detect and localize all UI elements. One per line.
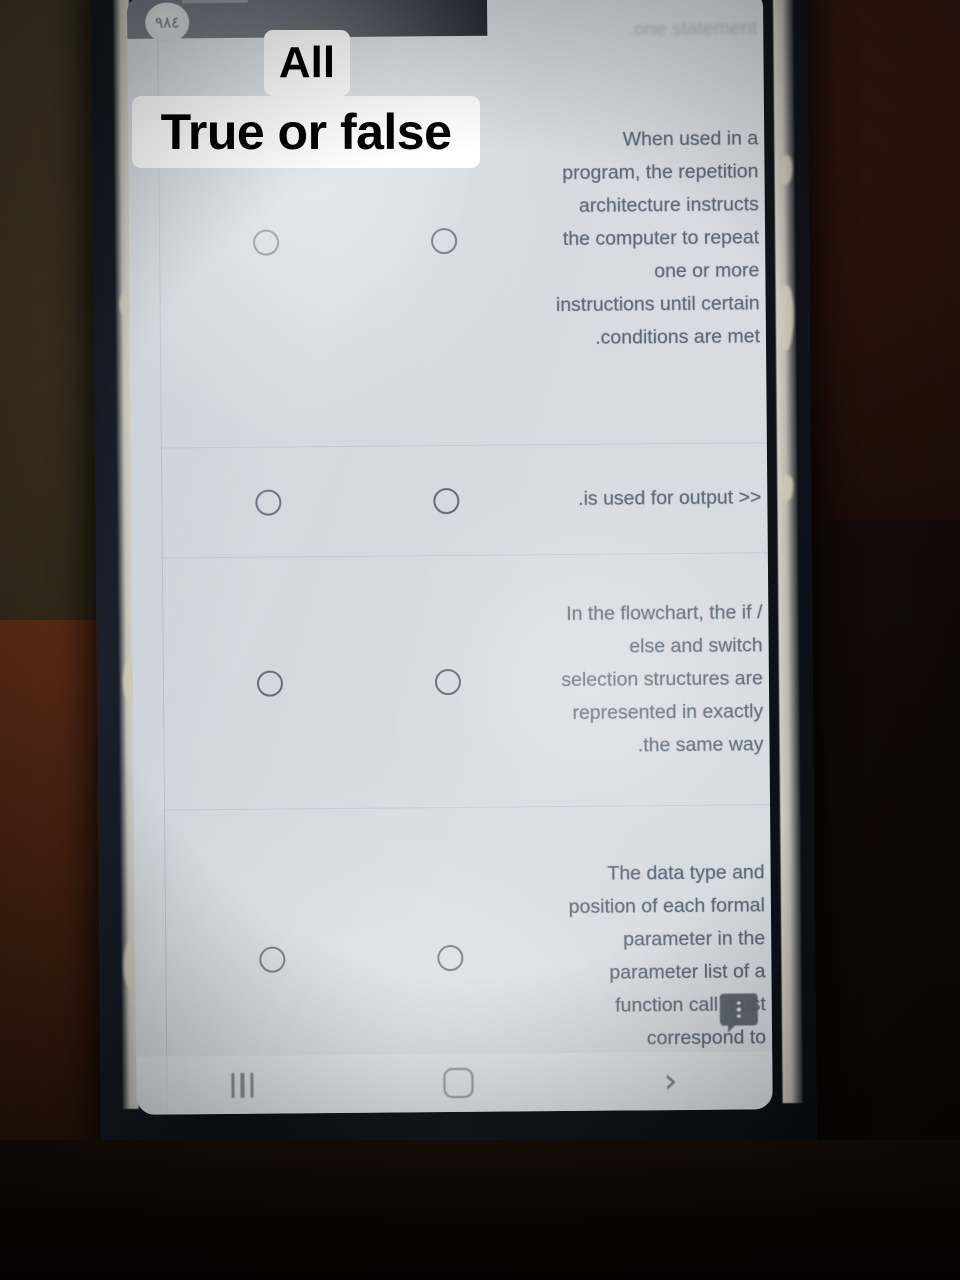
option-cell-true[interactable] — [177, 228, 355, 256]
recents-icon[interactable] — [231, 1072, 255, 1098]
more-options-tooltip[interactable] — [719, 993, 758, 1026]
option-group — [162, 487, 553, 516]
radio-true-q4[interactable] — [259, 946, 286, 973]
option-cell-false[interactable] — [359, 668, 537, 696]
option-cell-false[interactable] — [355, 227, 533, 255]
radio-false-q4[interactable] — [437, 944, 464, 972]
quiz-card: one statement. When used in a program, t… — [157, 17, 773, 1115]
background-right-upper — [790, 0, 960, 560]
radio-true-q3[interactable] — [256, 669, 284, 697]
radio-true-q2[interactable] — [255, 489, 282, 516]
option-group — [166, 944, 557, 973]
option-cell-false[interactable] — [361, 944, 539, 972]
option-cell-true[interactable] — [181, 669, 359, 697]
header-title-bar — [181, 0, 249, 4]
radio-false-q3[interactable] — [434, 668, 462, 695]
radio-true-q1[interactable] — [253, 229, 280, 256]
question-text: When used in a program, the repetition a… — [555, 127, 761, 349]
caption-true-or-false: True or false — [132, 96, 480, 168]
option-cell-true[interactable] — [183, 946, 361, 974]
phone-device: ٩٨٤ one statement. When used in a progra… — [90, 0, 818, 1190]
photo-scene: ٩٨٤ one statement. When used in a progra… — [0, 0, 960, 1280]
radio-false-q2[interactable] — [433, 487, 460, 514]
table-row: << is used for output. — [161, 443, 768, 559]
radio-false-q1[interactable] — [430, 227, 458, 254]
question-text: The data type and position of each forma… — [568, 861, 767, 1050]
option-group — [160, 227, 551, 256]
home-icon[interactable] — [443, 1067, 475, 1099]
back-chevron-icon[interactable]: › — [664, 1061, 678, 1101]
table-row: In the flowchart, the if / else and swit… — [162, 553, 771, 811]
question-text: << is used for output. — [578, 486, 762, 510]
background-bottom — [0, 1140, 960, 1280]
more-options-kebab-icon — [737, 1001, 741, 1018]
android-navigation-bar: › — [136, 1051, 773, 1115]
option-cell-true[interactable] — [179, 488, 357, 516]
option-group — [164, 668, 555, 697]
caption-all: All — [264, 30, 350, 96]
question-text: In the flowchart, the if / else and swit… — [561, 601, 764, 757]
avatar[interactable]: ٩٨٤ — [145, 2, 190, 43]
option-cell-false[interactable] — [357, 487, 535, 515]
